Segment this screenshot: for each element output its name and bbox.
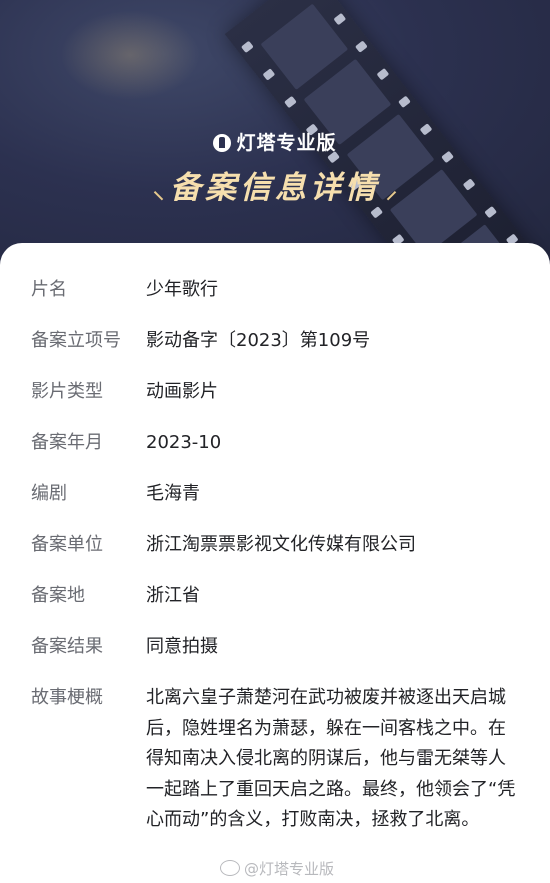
laurel-right-icon: ⸝ <box>386 179 398 204</box>
field-label: 备案年月 <box>31 432 103 453</box>
field-label: 片名 <box>31 279 67 300</box>
light-glow <box>60 10 200 100</box>
field-value: 同意拍摄 <box>146 636 218 657</box>
weibo-icon <box>220 860 240 876</box>
field-value: 浙江淘票票影视文化传媒有限公司 <box>146 534 416 555</box>
field-label: 备案结果 <box>31 636 103 657</box>
field-value: 毛海青 <box>146 483 200 504</box>
field-value: 2023-10 <box>146 432 222 453</box>
field-label: 编剧 <box>31 483 67 504</box>
field-value: 少年歌行 <box>146 279 218 300</box>
page-title-text: 备案信息详情 <box>170 170 380 206</box>
watermark: @灯塔专业版 <box>220 858 334 879</box>
watermark-text: @灯塔专业版 <box>244 860 335 878</box>
field-value: 动画影片 <box>146 381 218 402</box>
lighthouse-icon <box>213 134 232 152</box>
field-value: 浙江省 <box>146 585 200 606</box>
field-label: 故事梗概 <box>31 687 103 708</box>
field-value: 影动备字〔2023〕第109号 <box>146 330 371 351</box>
field-label: 备案立项号 <box>31 330 121 351</box>
header-banner: 灯塔专业版 ⸜ 备案信息详情 ⸝ <box>0 0 550 270</box>
brand-name: 灯塔专业版 <box>236 132 337 154</box>
field-label: 备案单位 <box>31 534 103 555</box>
laurel-left-icon: ⸜ <box>152 179 164 204</box>
field-label: 影片类型 <box>31 381 103 402</box>
page-title: ⸜ 备案信息详情 ⸝ <box>0 162 550 207</box>
field-value: 北离六皇子萧楚河在武功被废并被逐出天启城后，隐姓埋名为萧瑟，躲在一间客栈之中。在… <box>146 687 516 830</box>
detail-card: 片名 少年歌行 备案立项号 影动备字〔2023〕第109号 影片类型 动画影片 … <box>0 243 550 883</box>
field-label: 备案地 <box>31 585 85 606</box>
brand-logo: 灯塔专业版 <box>0 128 550 155</box>
